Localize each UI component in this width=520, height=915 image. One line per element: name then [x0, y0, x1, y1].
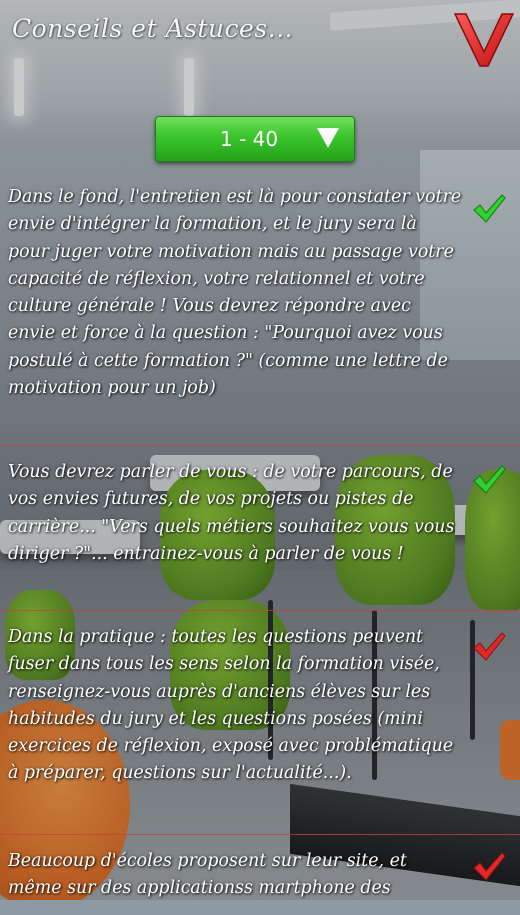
range-label: 1 - 40	[220, 127, 279, 151]
check-icon[interactable]	[472, 191, 506, 225]
close-button[interactable]	[452, 8, 516, 70]
range-selector-dropdown[interactable]: 1 - 40	[155, 116, 355, 162]
check-icon[interactable]	[472, 629, 506, 663]
triangle-down-icon	[317, 128, 339, 148]
check-icon[interactable]	[472, 849, 506, 883]
tip-text: Dans le fond, l'entretien est là pour co…	[8, 187, 462, 399]
red-chevron-v-icon	[453, 13, 515, 67]
tip-item[interactable]: Dans la pratique : toutes les questions …	[0, 611, 520, 835]
tip-item[interactable]: Dans le fond, l'entretien est là pour co…	[0, 181, 520, 446]
tip-item[interactable]: Beaucoup d'écoles proposent sur leur sit…	[0, 835, 520, 915]
tip-text: Dans la pratique : toutes les questions …	[8, 627, 454, 784]
check-icon[interactable]	[472, 462, 506, 496]
tip-text: Beaucoup d'écoles proposent sur leur sit…	[8, 851, 407, 899]
page-title: Conseils et Astuces...	[12, 14, 293, 43]
app-header: Conseils et Astuces...	[0, 0, 520, 72]
tip-item[interactable]: Vous devrez parler de vous : de votre pa…	[0, 446, 520, 611]
tip-text: Vous devrez parler de vous : de votre pa…	[8, 462, 455, 564]
